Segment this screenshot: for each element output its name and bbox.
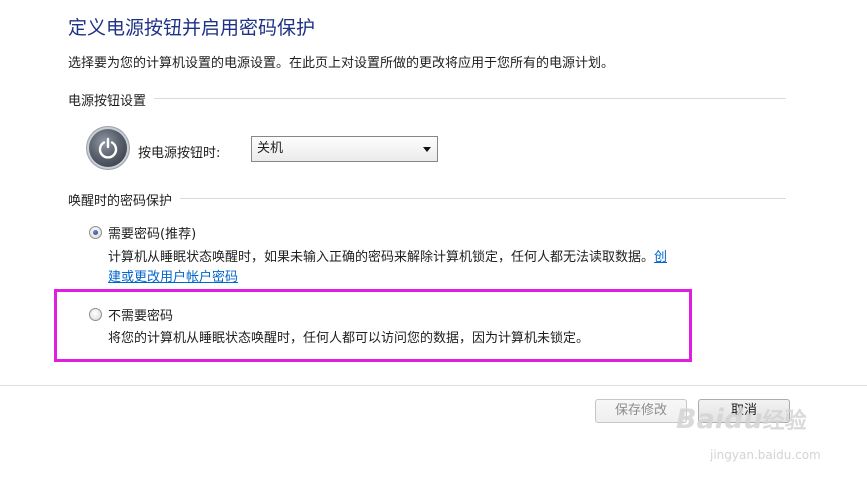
watermark-brand: Baidu [676, 404, 763, 435]
require-password-radio[interactable] [89, 226, 102, 239]
require-password-text: 计算机从睡眠状态唤醒时，如果未输入正确的密码来解除计算机锁定，任何人都无法读取数… [108, 250, 655, 265]
section-divider [68, 98, 786, 99]
save-button[interactable]: 保存修改 [595, 399, 687, 423]
watermark-brand-suffix: 经验 [762, 409, 807, 434]
watermark-url: jingyan.baidu.com [710, 448, 821, 462]
chevron-down-icon [423, 147, 431, 152]
page-title: 定义电源按钮并启用密码保护 [68, 17, 316, 39]
watermark-logo: Baidu经验 [676, 403, 807, 435]
require-password-description: 计算机从睡眠状态唤醒时，如果未输入正确的密码来解除计算机锁定，任何人都无法读取数… [108, 246, 667, 265]
power-section-heading: 电源按钮设置 [68, 90, 155, 109]
wake-section-heading: 唤醒时的密码保护 [68, 190, 181, 209]
footer-divider [0, 385, 867, 386]
require-password-label[interactable]: 需要密码(推荐) [108, 223, 196, 242]
create-password-link-continued[interactable]: 建或更改用户帐户密码 [108, 266, 238, 285]
power-action-value: 关机 [257, 141, 284, 156]
power-action-select[interactable]: 关机 [251, 136, 438, 162]
page-description: 选择要为您的计算机设置的电源设置。在此页上对设置所做的更改将应用于您所有的电源计… [68, 56, 615, 71]
highlight-annotation-box [54, 289, 692, 362]
power-icon [89, 129, 127, 167]
power-button-label: 按电源按钮时: [138, 146, 221, 161]
create-password-link[interactable]: 创 [654, 250, 667, 265]
